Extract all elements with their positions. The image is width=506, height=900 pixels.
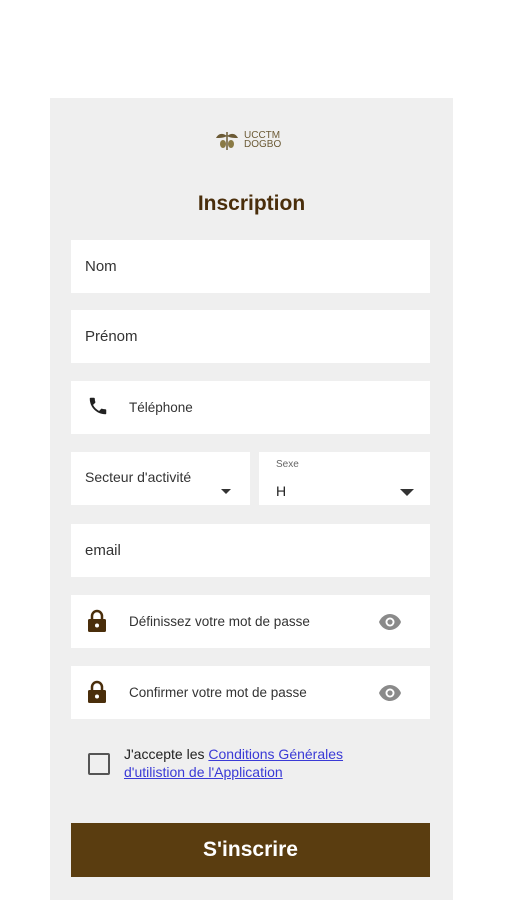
chevron-down-icon bbox=[400, 489, 414, 496]
lock-icon bbox=[87, 609, 109, 633]
prenom-placeholder: Prénom bbox=[85, 328, 138, 345]
sexe-dropdown[interactable]: Sexe H bbox=[259, 452, 430, 505]
confirm-password-field[interactable]: Confirmer votre mot de passe bbox=[71, 666, 430, 719]
nom-placeholder: Nom bbox=[85, 258, 117, 275]
nom-field[interactable]: Nom bbox=[71, 240, 430, 293]
logo-line-2: DOGBO bbox=[244, 139, 282, 150]
cocoa-logo-icon bbox=[216, 132, 238, 150]
terms-checkbox[interactable] bbox=[88, 753, 110, 775]
secteur-dropdown[interactable]: Secteur d'activité bbox=[71, 452, 250, 505]
password-field[interactable]: Définissez votre mot de passe bbox=[71, 595, 430, 648]
app-logo: UCCTM DOGBO bbox=[214, 126, 294, 154]
lock-icon bbox=[87, 680, 109, 704]
telephone-field[interactable]: Téléphone bbox=[71, 381, 430, 434]
signup-button[interactable]: S'inscrire bbox=[71, 823, 430, 877]
confirm-password-placeholder: Confirmer votre mot de passe bbox=[129, 685, 307, 700]
prenom-field[interactable]: Prénom bbox=[71, 310, 430, 363]
secteur-placeholder: Secteur d'activité bbox=[85, 469, 192, 485]
sexe-label: Sexe bbox=[276, 459, 299, 470]
logo-text: UCCTM DOGBO bbox=[244, 131, 282, 150]
telephone-placeholder: Téléphone bbox=[129, 400, 193, 415]
terms-text: J'accepte les Conditions Générales d'uti… bbox=[124, 745, 394, 781]
eye-icon[interactable] bbox=[378, 684, 402, 702]
chevron-down-icon bbox=[221, 489, 231, 494]
email-field[interactable]: email bbox=[71, 524, 430, 577]
eye-icon[interactable] bbox=[378, 613, 402, 631]
sexe-value: H bbox=[276, 483, 287, 499]
signup-card: UCCTM DOGBO Inscription Nom Prénom Télép… bbox=[50, 98, 453, 900]
page-title: Inscription bbox=[197, 192, 306, 215]
phone-icon bbox=[87, 395, 109, 419]
terms-prefix: J'accepte les bbox=[124, 746, 209, 762]
password-placeholder: Définissez votre mot de passe bbox=[129, 614, 310, 629]
email-placeholder: email bbox=[85, 542, 121, 559]
